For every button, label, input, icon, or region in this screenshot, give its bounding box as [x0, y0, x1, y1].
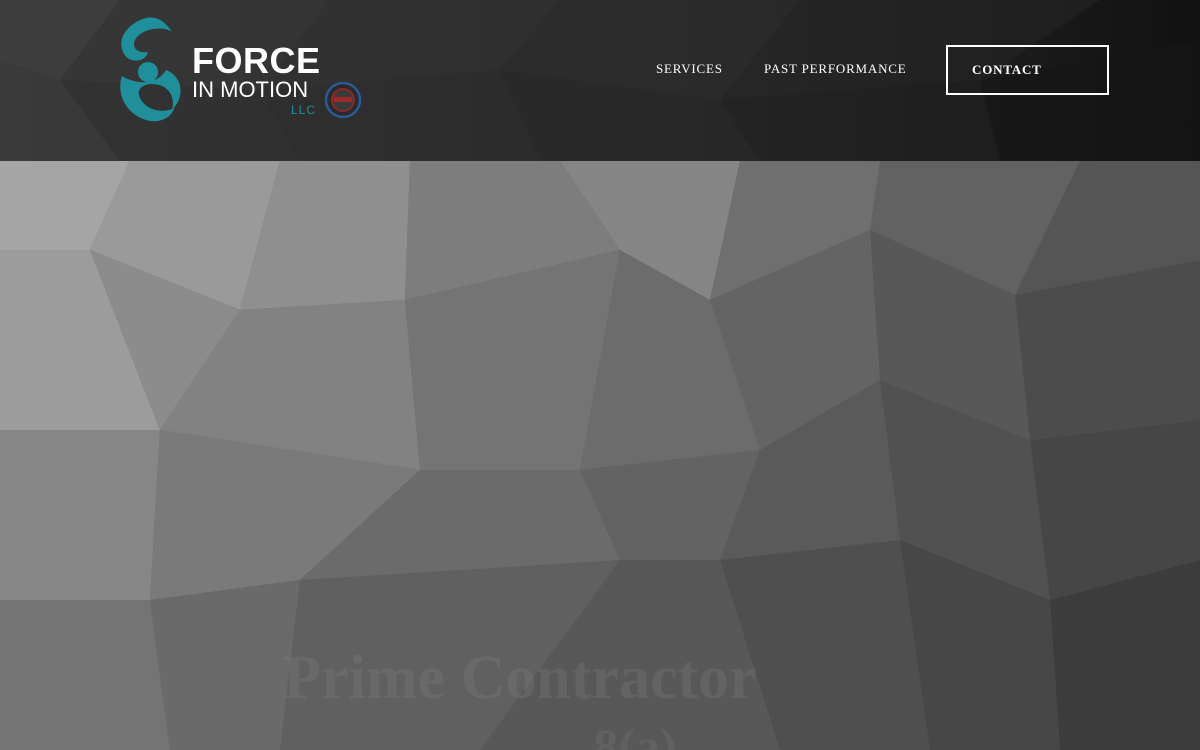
main-nav: SERVICES PAST PERFORMANCE CONTACT — [0, 0, 1200, 161]
site-header: FORCE IN MOTION LLC SERVICES PAST PERFOR… — [0, 0, 1200, 161]
nav-link-services[interactable]: SERVICES — [656, 60, 723, 78]
hero-faint-tagline — [250, 562, 900, 584]
hero-title: Prime Contractor — [283, 644, 757, 712]
page: Prime Contractor 8(a) FORCE IN MOTION LL… — [0, 0, 1200, 750]
contact-button[interactable]: CONTACT — [946, 45, 1109, 95]
hero-subtitle: 8(a) — [593, 718, 677, 750]
nav-link-past-performance[interactable]: PAST PERFORMANCE — [764, 60, 907, 78]
